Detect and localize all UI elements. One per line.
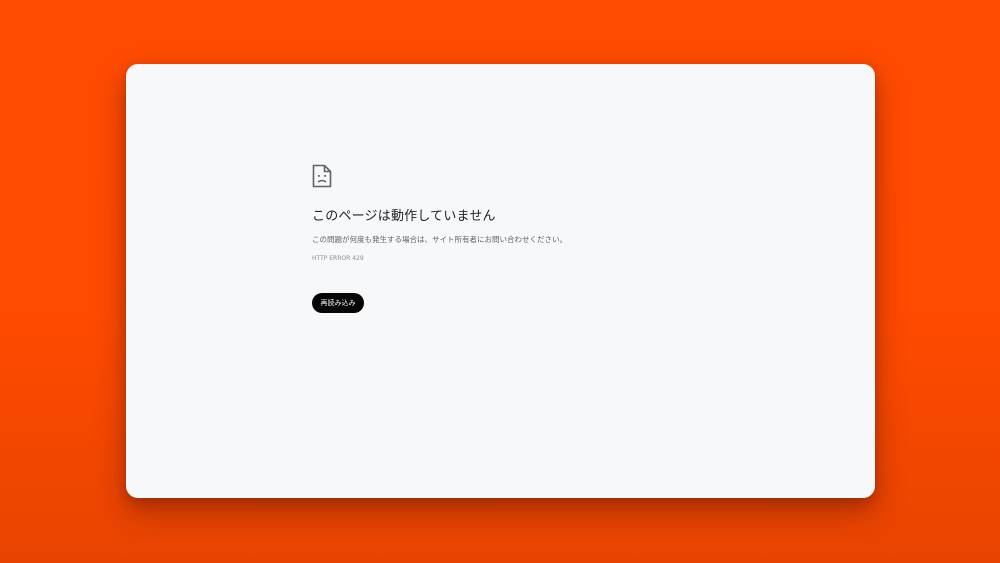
page-title: このページは動作していません <box>312 209 496 224</box>
reload-button[interactable]: 再読み込み <box>312 293 364 313</box>
error-description: この問題が何度も発生する場合は、サイト所有者にお問い合わせください。 <box>312 235 567 244</box>
browser-window: このページは動作していません この問題が何度も発生する場合は、サイト所有者にお問… <box>126 64 875 498</box>
error-code: HTTP ERROR 429 <box>312 255 364 262</box>
error-content: このページは動作していません この問題が何度も発生する場合は、サイト所有者にお問… <box>312 164 752 313</box>
sad-page-icon <box>312 164 332 188</box>
